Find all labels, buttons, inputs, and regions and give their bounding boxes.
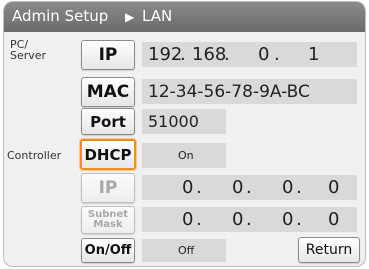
on-off-value-field: Off bbox=[142, 239, 226, 262]
dhcp-value-field: On bbox=[142, 143, 226, 168]
pc-ip-field: 192 . 168 . 0 . 1 bbox=[142, 42, 357, 67]
pc-ip-octet-1: 192 bbox=[148, 44, 183, 65]
controller-label: Controller bbox=[7, 149, 62, 162]
pc-ip-octet-2: 168 bbox=[192, 44, 227, 65]
controller-ip-dot-1: . bbox=[196, 177, 202, 198]
dhcp-button[interactable]: DHCP bbox=[80, 139, 136, 170]
subnet-octet-4: 0 bbox=[328, 209, 340, 230]
controller-ip-octet-3: 0 bbox=[282, 177, 294, 198]
port-button[interactable]: Port bbox=[81, 108, 135, 135]
subnet-octet-3: 0 bbox=[282, 209, 294, 230]
subnet-dot-3: . bbox=[296, 209, 302, 230]
subnet-dot-2: . bbox=[246, 209, 252, 230]
pc-ip-octet-3: 0 bbox=[258, 44, 270, 65]
breadcrumb-arrow-icon: ▶ bbox=[125, 10, 135, 24]
subnet-mask-field: 0 . 0 . 0 . 0 bbox=[142, 207, 357, 232]
pc-ip-octet-4: 1 bbox=[308, 44, 320, 65]
pc-ip-dot-3: . bbox=[274, 44, 280, 65]
title-bar: Admin Setup ▶ LAN bbox=[4, 2, 365, 32]
mac-button[interactable]: MAC bbox=[81, 77, 135, 107]
controller-ip-dot-2: . bbox=[246, 177, 252, 198]
subnet-dot-1: . bbox=[196, 209, 202, 230]
controller-ip-octet-2: 0 bbox=[232, 177, 244, 198]
mac-field: 12-34-56-78-9A-BC bbox=[142, 79, 357, 104]
subnet-octet-2: 0 bbox=[232, 209, 244, 230]
controller-ip-octet-1: 0 bbox=[182, 177, 194, 198]
pc-server-label: PC/ Server bbox=[10, 38, 47, 62]
subnet-octet-1: 0 bbox=[182, 209, 194, 230]
title-lan: LAN bbox=[142, 7, 173, 25]
controller-ip-octet-4: 0 bbox=[328, 177, 340, 198]
pc-ip-dot-2: . bbox=[224, 44, 230, 65]
pc-ip-dot-1: . bbox=[180, 44, 186, 65]
controller-ip-field: 0 . 0 . 0 . 0 bbox=[142, 175, 357, 200]
port-field: 51000 bbox=[142, 109, 226, 134]
title-admin-setup: Admin Setup bbox=[12, 7, 109, 25]
controller-ip-button[interactable]: IP bbox=[81, 173, 135, 203]
pc-ip-button[interactable]: IP bbox=[81, 40, 135, 70]
admin-lan-panel: Admin Setup ▶ LAN PC/ Server IP 192 . 16… bbox=[3, 1, 366, 267]
controller-ip-dot-3: . bbox=[296, 177, 302, 198]
on-off-button[interactable]: On/Off bbox=[81, 238, 135, 263]
return-button[interactable]: Return bbox=[298, 237, 360, 263]
subnet-mask-button[interactable]: Subnet Mask bbox=[81, 206, 135, 234]
